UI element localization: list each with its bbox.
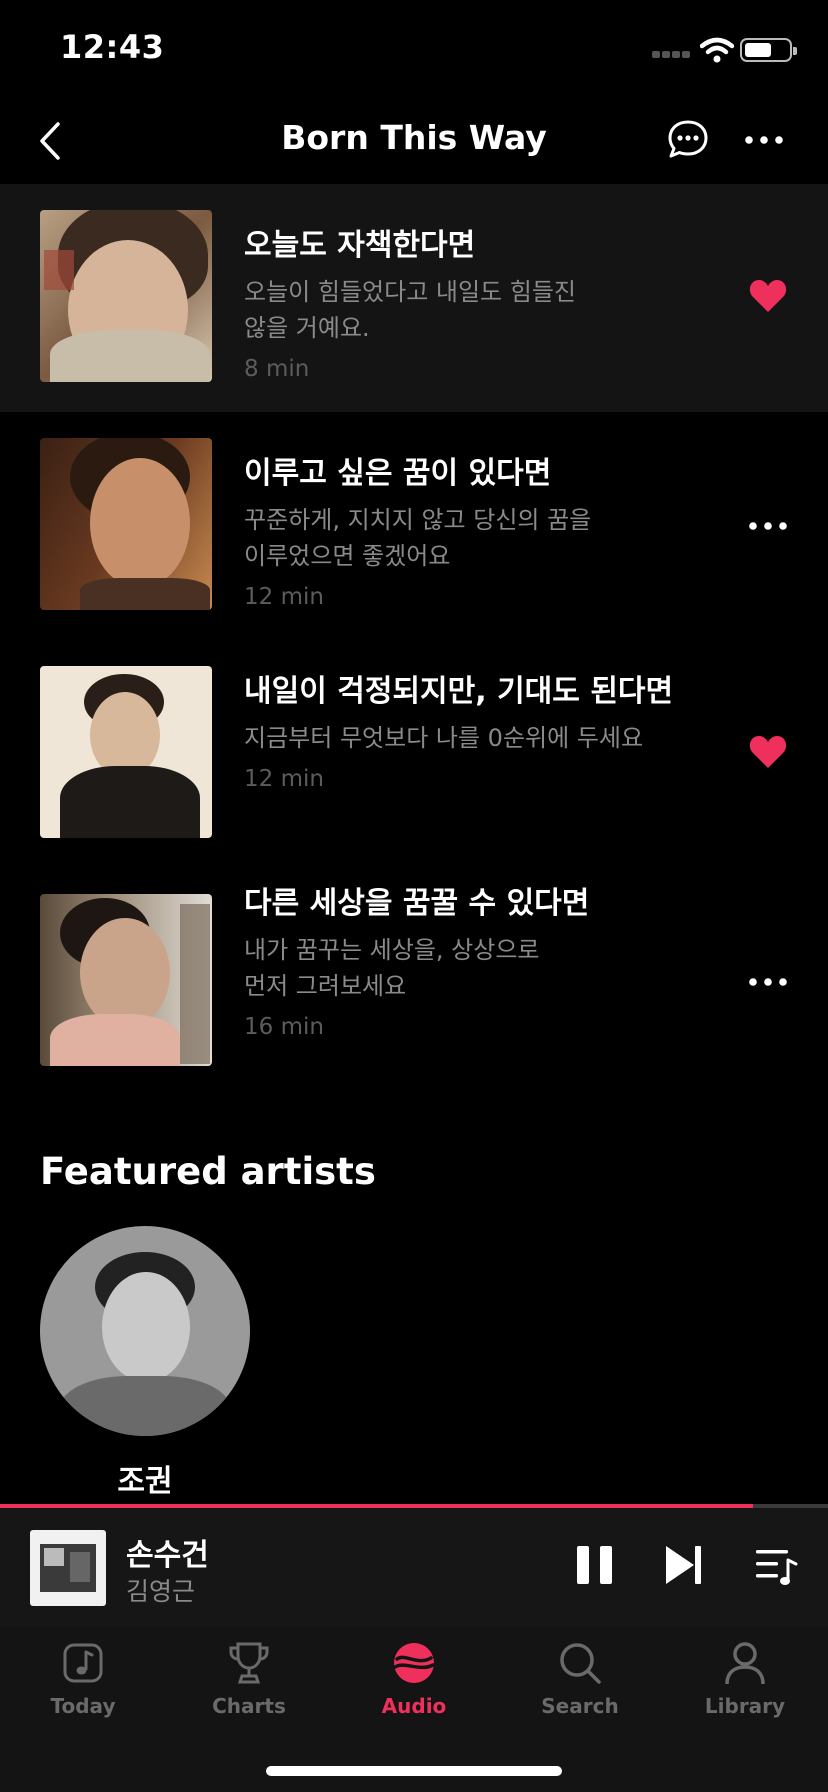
comment-icon[interactable]: [666, 118, 710, 162]
more-options-icon[interactable]: [748, 976, 788, 988]
episode-thumbnail: [40, 210, 212, 382]
battery-icon: [740, 38, 797, 62]
tab-label: Library: [704, 1694, 786, 1718]
episode-title: 다른 세상을 꿈꿀 수 있다면: [244, 886, 590, 921]
tab-today[interactable]: Today: [0, 1636, 166, 1736]
trophy-icon: [229, 1642, 269, 1684]
episode-description: 않을 거예요.: [244, 314, 370, 342]
artist-avatar[interactable]: [40, 1226, 250, 1436]
featured-artists-heading: Featured artists: [40, 1150, 376, 1193]
cellular-signal-icon: [652, 51, 690, 61]
episode-text: 이루고 싶은 꿈이 있다면 꾸준하게, 지치지 않고 당신의 꿈을 이루었으면 …: [244, 448, 724, 610]
episode-title: 이루고 싶은 꿈이 있다면: [244, 456, 552, 491]
tab-charts[interactable]: Charts: [166, 1636, 332, 1736]
heart-filled-icon[interactable]: [748, 278, 788, 314]
person-icon: [725, 1642, 765, 1685]
status-time: 12:43: [60, 28, 165, 66]
search-icon: [560, 1643, 601, 1684]
episode-description: 이루었으면 좋겠어요: [244, 542, 451, 570]
episode-text: 내일이 걱정되지만, 기대도 된다면 지금부터 무엇보다 나를 0순위에 두세요…: [244, 666, 724, 792]
episode-row[interactable]: 내일이 걱정되지만, 기대도 된다면 지금부터 무엇보다 나를 0순위에 두세요…: [0, 640, 828, 868]
episode-duration: 8 min: [244, 356, 310, 382]
episode-row[interactable]: 오늘도 자책한다면 오늘이 힘들었다고 내일도 힘들진 않을 거예요. 8 mi…: [0, 184, 828, 412]
home-indicator: [266, 1766, 562, 1776]
more-options-icon[interactable]: [748, 520, 788, 532]
episode-title: 내일이 걱정되지만, 기대도 된다면: [244, 674, 674, 709]
heart-filled-icon[interactable]: [748, 734, 788, 770]
tab-library[interactable]: Library: [662, 1636, 828, 1736]
episode-duration: 12 min: [244, 584, 324, 610]
tab-label: Today: [50, 1694, 116, 1718]
screen: 12:43 Born This Way 오늘도 자책한다면 오늘이 힘들었다고 …: [0, 0, 828, 1792]
episode-thumbnail: [40, 666, 212, 838]
nav-bar: Born This Way: [0, 100, 828, 184]
queue-list-icon[interactable]: [754, 1546, 798, 1588]
episode-row[interactable]: 다른 세상을 꿈꿀 수 있다면 내가 꿈꾸는 세상을, 상상으로 먼저 그려보세…: [0, 868, 828, 1096]
now-playing-artist: 김영근: [126, 1577, 196, 1606]
episode-row[interactable]: 이루고 싶은 꿈이 있다면 꾸준하게, 지치지 않고 당신의 꿈을 이루었으면 …: [0, 412, 828, 640]
music-note-icon: [63, 1643, 103, 1683]
artist-name[interactable]: 조권: [40, 1456, 250, 1500]
tab-label: Audio: [381, 1694, 447, 1718]
episode-title: 오늘도 자책한다면: [244, 228, 476, 263]
tab-label: Search: [541, 1694, 619, 1718]
wifi-icon: [700, 37, 734, 63]
tab-search[interactable]: Search: [497, 1636, 663, 1736]
episode-description: 꾸준하게, 지치지 않고 당신의 꿈을: [244, 506, 592, 534]
tab-audio[interactable]: Audio: [331, 1636, 497, 1736]
episode-list: 오늘도 자책한다면 오늘이 힘들었다고 내일도 힘들진 않을 거예요. 8 mi…: [0, 184, 828, 1096]
episode-text: 오늘도 자책한다면 오늘이 힘들었다고 내일도 힘들진 않을 거예요. 8 mi…: [244, 220, 724, 382]
episode-thumbnail: [40, 438, 212, 610]
episode-description: 내가 꿈꾸는 세상을, 상상으로: [244, 936, 540, 964]
audio-icon: [393, 1643, 435, 1683]
episode-description: 오늘이 힘들었다고 내일도 힘들진: [244, 278, 577, 306]
pause-icon[interactable]: [575, 1544, 615, 1586]
more-options-icon[interactable]: [744, 130, 784, 150]
episode-thumbnail: [40, 894, 212, 1066]
episode-description: 먼저 그려보세요: [244, 972, 407, 1000]
next-track-icon[interactable]: [664, 1544, 704, 1586]
now-playing-artwork: [30, 1530, 106, 1606]
mini-player[interactable]: 손수건 김영근: [0, 1508, 828, 1626]
status-bar: 12:43: [0, 0, 828, 100]
episode-text: 다른 세상을 꿈꿀 수 있다면 내가 꿈꾸는 세상을, 상상으로 먼저 그려보세…: [244, 878, 724, 1040]
episode-duration: 12 min: [244, 766, 324, 792]
episode-duration: 16 min: [244, 1014, 324, 1040]
now-playing-title: 손수건: [126, 1538, 209, 1573]
episode-description: 지금부터 무엇보다 나를 0순위에 두세요: [244, 724, 644, 752]
tab-label: Charts: [212, 1694, 286, 1718]
